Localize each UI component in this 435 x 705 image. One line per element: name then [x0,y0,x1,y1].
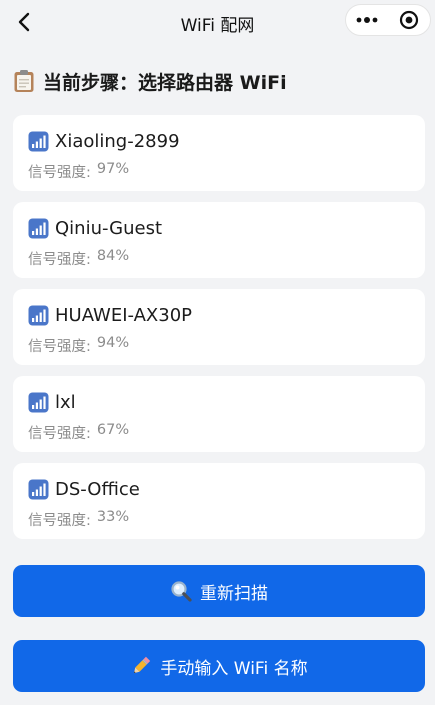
wifi-ssid: lxl [55,391,76,413]
clipboard-icon [14,70,34,92]
more-dots-icon [356,17,378,23]
signal-strength-label: 信号强度: [28,426,91,442]
signal-strength-icon [28,305,49,325]
wifi-name-row: Xiaoling-2899 [28,129,411,153]
mini-program-capsule [345,4,431,36]
wifi-ssid: Xiaoling-2899 [55,130,180,152]
magnifier-icon [171,581,192,602]
wifi-signal-strength: 信号强度: 97% [28,161,411,182]
step-title-text: 当前步骤：选择路由器 WiFi [43,71,287,94]
signal-strength-value: 94% [96,335,130,351]
wifi-name-row: HUAWEI-AX30P [28,303,411,327]
rescan-button[interactable]: 重新扫描 [13,565,425,617]
chevron-left-icon [18,12,30,32]
signal-strength-value: 33% [96,509,130,525]
wifi-signal-strength: 信号强度: 67% [28,422,411,443]
wifi-signal-strength: 信号强度: 33% [28,509,411,530]
manual-input-label: 手动输入 WiFi 名称 [160,658,308,679]
rescan-label: 重新扫描 [200,583,268,604]
signal-strength-value: 84% [96,248,130,264]
signal-strength-icon [28,392,49,412]
wifi-name-row: DS-Office [28,477,411,501]
close-button[interactable] [388,5,430,35]
wifi-network-item[interactable]: Xiaoling-2899 信号强度: 97% [13,115,425,191]
current-step-heading: 当前步骤：选择路由器 WiFi [13,66,287,96]
signal-strength-icon [28,131,49,151]
pencil-icon [134,656,151,674]
target-close-icon [400,10,419,30]
back-button[interactable] [8,6,40,38]
wifi-network-item[interactable]: DS-Office 信号强度: 33% [13,463,425,539]
wifi-ssid: DS-Office [55,478,140,500]
wifi-signal-strength: 信号强度: 84% [28,248,411,269]
manual-input-button[interactable]: 手动输入 WiFi 名称 [13,640,425,692]
wifi-name-row: Qiniu-Guest [28,216,411,240]
signal-strength-label: 信号强度: [28,165,91,181]
wifi-network-list: Xiaoling-2899 信号强度: 97% Qiniu-Guest 信号强度: 84%… [13,115,425,550]
wifi-network-item[interactable]: HUAWEI-AX30P 信号强度: 94% [13,289,425,365]
wifi-signal-strength: 信号强度: 94% [28,335,411,356]
signal-strength-value: 67% [96,422,130,438]
wifi-network-item[interactable]: lxl 信号强度: 67% [13,376,425,452]
signal-strength-label: 信号强度: [28,339,91,355]
signal-strength-icon [28,218,49,238]
signal-strength-icon [28,479,49,499]
wifi-ssid: Qiniu-Guest [55,217,163,239]
wifi-name-row: lxl [28,390,411,414]
signal-strength-value: 97% [96,161,130,177]
signal-strength-label: 信号强度: [28,513,91,529]
navigation-bar: WiFi 配网 [0,0,435,44]
wifi-network-item[interactable]: Qiniu-Guest 信号强度: 84% [13,202,425,278]
more-button[interactable] [346,5,388,35]
signal-strength-label: 信号强度: [28,252,91,268]
wifi-ssid: HUAWEI-AX30P [55,304,193,326]
